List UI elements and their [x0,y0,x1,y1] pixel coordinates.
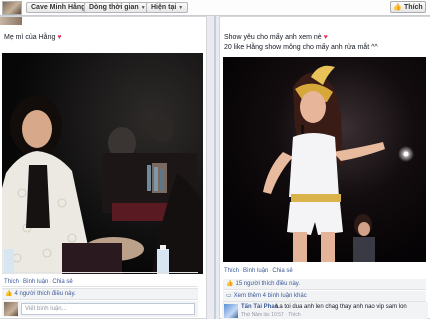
breadcrumb-timeline[interactable]: Dòng thời gian ▼ [84,2,151,13]
photo-singer-on-stage [223,57,426,262]
comment-bubble-icon: ▭ [226,293,232,299]
like-page-button[interactable]: 👍 Thích [390,1,426,13]
like-link[interactable]: Thích [4,279,19,285]
post-photo[interactable] [2,53,203,274]
post-caption: Show yêu cho mấy anh xem nè ♥ [224,33,328,42]
comment-placeholder: Viết bình luận... [25,306,67,312]
post-caption-text: Mẹ mì của Hằng [4,34,56,41]
share-link[interactable]: Chia sẻ [52,279,72,285]
heart-icon: ♥ [323,34,328,41]
comment-meta: Thứ Năm lúc 10:57 · Thích [241,312,301,318]
comment-text: La toi dua anh len chag thay anh nao vip… [276,304,407,310]
post-actions: Thích·Bình luận·Chia sẻ [4,279,73,285]
likes-summary: 👍 15 người thích điều này. [223,279,426,290]
thumbs-up-icon: 👍 [393,4,403,11]
breadcrumb-timeline-label: Dòng thời gian [89,4,139,11]
heart-icon: ♥ [57,34,62,41]
post-caption-line1: Show yêu cho mấy anh xem nè [224,34,322,41]
post-caption-second: 20 like Hằng show mông cho mấy anh rửa m… [224,43,378,52]
like-link[interactable]: Thích [224,268,239,274]
likes-count[interactable]: 15 người thích điều này. [235,281,300,287]
thumbs-up-icon: 👍 [5,291,13,297]
avatar[interactable] [224,304,238,318]
profile-thumbnail[interactable] [2,1,22,15]
page-timeline-bar: Cave Minh Hằng Dòng thời gian ▼ Hiện tại ▼… [0,0,430,16]
avatar [4,302,18,316]
comment-author[interactable]: Tấn Tài Phan [241,304,278,310]
share-link[interactable]: Chia sẻ [272,268,292,274]
comment-composer: Viết bình luận... [2,301,198,317]
post-photo[interactable] [223,57,426,262]
breadcrumb-now-label: Hiện tại [151,4,177,11]
comment-link[interactable]: Bình luận [23,279,48,285]
comment-item: Tấn Tài Phan La toi dua anh len chag tha… [222,302,428,319]
chevron-down-icon: ▼ [140,5,146,11]
breadcrumb-profile[interactable]: Cave Minh Hằng [26,2,91,13]
like-page-label: Thích [404,4,423,11]
photo-woman-in-white-lace-jacket [2,53,203,274]
post-actions: Thích·Bình luận·Chia sẻ [224,268,293,274]
likes-summary: 👍 4 người thích điều này. [2,289,198,300]
likes-count[interactable]: 4 người thích điều này. [14,291,75,297]
post-caption: Mẹ mì của Hằng ♥ [4,33,61,42]
view-more-comments[interactable]: ▭ Xem thêm 4 bình luận khác [223,291,426,302]
post-caption-line2: 20 like Hằng show mông cho mấy anh rửa m… [224,44,378,51]
breadcrumb-now[interactable]: Hiện tại ▼ [146,2,189,13]
thumbs-up-icon: 👍 [226,281,234,287]
comment-link[interactable]: Bình luận [243,268,268,274]
post-thumbnail-strip [0,17,22,25]
photo-post-right: Show yêu cho mấy anh xem nè ♥ 20 like Hằ… [219,16,430,319]
comment-input[interactable]: Viết bình luận... [21,303,195,315]
timeline-divider [214,16,216,319]
view-more-comments-label: Xem thêm 4 bình luận khác [233,293,307,299]
breadcrumb-profile-label: Cave Minh Hằng [31,4,86,11]
photo-post-left: Mẹ mì của Hằng ♥ Thích·Bình luận·Chia sẻ… [0,16,207,319]
chevron-down-icon: ▼ [178,5,184,11]
